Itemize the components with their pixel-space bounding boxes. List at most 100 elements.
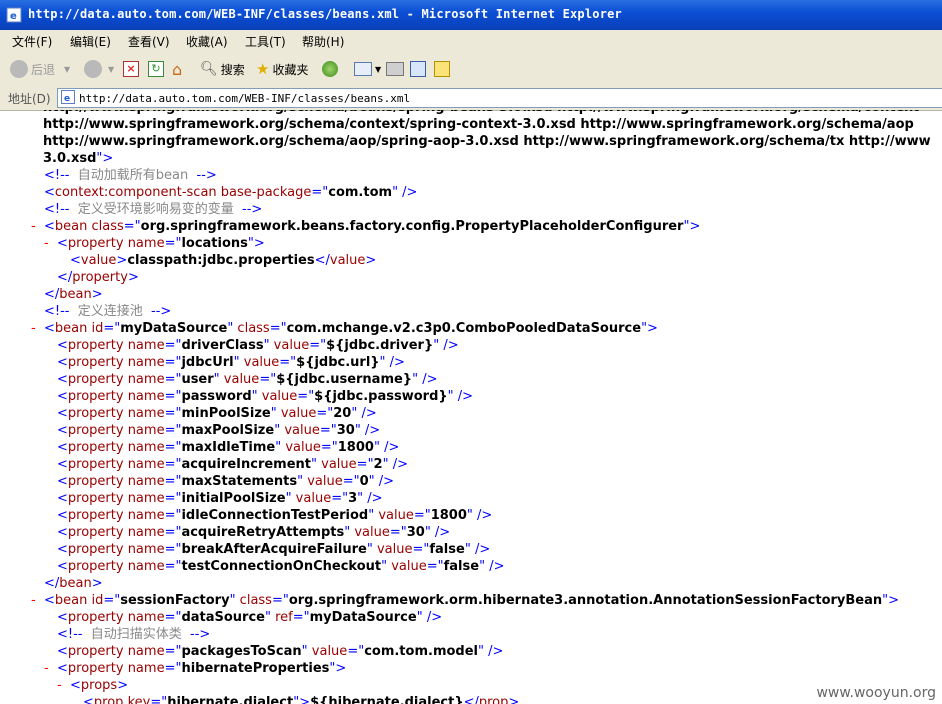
xml-token: =" [103,321,121,336]
messenger-button[interactable] [434,59,450,79]
xml-token: key [123,695,151,704]
toolbar: 后退 ▼ ▼ × ↻ ⌂ 🔍︎ 搜索 ★ 收藏夹 ▼ [0,52,942,87]
xml-token: < [57,389,68,404]
xml-token: value [257,389,298,404]
xml-token: < [57,457,68,472]
xml-token: --> [196,168,217,183]
xml-token: property [67,508,124,523]
xml-token: value [307,644,348,659]
xml-token: =" [297,389,315,404]
xml-token: </ [44,576,60,591]
refresh-icon: ↻ [148,61,164,77]
xml-line: <property name="minPoolSize" value="20" … [57,405,377,422]
xml-token: 定义连接池 [69,304,152,319]
edit-button[interactable] [410,59,426,79]
xml-token: ${jdbc.password} [314,389,448,404]
menu-favorites[interactable]: 收藏(A) [186,33,228,50]
menu-edit[interactable]: 编辑(E) [70,33,111,50]
xml-token: property [67,372,124,387]
star-icon: ★ [256,60,270,78]
favorites-button[interactable]: ★ 收藏夹 [256,59,308,79]
print-button[interactable] [386,59,404,79]
xml-token: org.springframework.orm.hibernate3.annot… [288,593,883,608]
collapse-toggle[interactable]: - [31,320,36,337]
svg-text:e: e [10,11,17,22]
menu-tools[interactable]: 工具(T) [245,33,286,50]
xml-token: =" [413,508,431,523]
address-label: 地址(D) [8,92,51,106]
xml-token: org.springframework.beans.factory.config… [140,219,684,234]
search-button[interactable]: 🔍︎ 搜索 [200,59,245,79]
xml-token: class [235,593,272,608]
title-bar: e http://data.auto.tom.com/WEB-INF/class… [0,0,942,30]
xml-token: ${hibernate.dialect} [310,695,464,704]
menu-help[interactable]: 帮助(H) [302,33,344,50]
xml-line: - <bean id="sessionFactory" class="org.sp… [31,592,900,609]
xml-token: name [123,355,165,370]
xml-token: > [127,270,139,285]
xml-token: < [57,474,68,489]
xml-line: </bean> [44,286,103,303]
xml-token: =" [389,525,407,540]
xml-token: value [281,440,321,455]
forward-button[interactable]: ▼ [84,59,114,79]
xml-token: idleConnectionTestPeriod [181,508,369,523]
xml-token: 自动扫描实体类 [82,627,191,642]
media-button[interactable] [322,59,338,79]
xml-token: 1800 [337,440,374,455]
xml-token: " /> [357,491,383,506]
collapse-toggle[interactable]: - [57,677,62,694]
xml-token: " /> [412,372,438,387]
xml-token: name [123,372,165,387]
xml-token: http://www.springframework.org/schema/co… [43,117,914,132]
forward-dropdown-icon[interactable]: ▼ [108,65,114,74]
xml-token: > [91,576,103,591]
xml-line: <property name="jdbcUrl" value="${jdbc.u… [57,354,405,371]
collapse-toggle[interactable]: - [31,218,36,235]
refresh-button[interactable]: ↻ [148,59,164,79]
xml-token: locations [181,236,248,251]
xml-token: < [57,559,68,574]
xml-token: "> [882,593,900,608]
xml-line: <property name="dataSource" ref="myDataS… [57,609,442,626]
address-bar: 地址(D) e http://data.auto.tom.com/WEB-INF… [0,86,942,111]
xml-token: property [67,389,124,404]
xml-token: "> [329,661,347,676]
xml-token: =" [331,491,349,506]
xml-token: value [329,253,366,268]
xml-token: property [67,661,124,676]
mail-dropdown-icon[interactable]: ▼ [375,65,381,74]
mail-button[interactable]: ▼ [354,59,381,79]
xml-token: 1800 [430,508,467,523]
xml-token: false [443,559,480,574]
address-input[interactable]: e http://data.auto.tom.com/WEB-INF/class… [57,88,942,108]
xml-token: prop [478,695,509,704]
xml-token: 2 [373,457,383,472]
xml-token: "> [641,321,658,336]
xml-token: =" [279,355,297,370]
xml-token: com.tom [328,185,393,200]
window-title: http://data.auto.tom.com/WEB-INF/classes… [28,7,622,21]
home-button[interactable]: ⌂ [172,59,182,79]
xml-token: 3.0.xsd [43,151,97,166]
xml-viewer[interactable]: http://www.springframework.org/schema/be… [0,110,942,704]
back-button[interactable]: 后退 ▼ [10,59,70,79]
menu-view[interactable]: 查看(V) [128,33,170,50]
xml-token: packagesToScan [181,644,302,659]
xml-token: < [44,593,55,608]
xml-token: =" [164,338,182,353]
back-dropdown-icon[interactable]: ▼ [64,65,70,74]
collapse-toggle[interactable]: - [31,592,36,609]
xml-token: " /> [354,423,381,438]
xml-token: name [123,423,165,438]
xml-token: =" [292,610,310,625]
menu-file[interactable]: 文件(F) [12,33,52,50]
stop-button[interactable]: × [123,59,139,79]
collapse-toggle[interactable]: - [44,235,49,252]
back-arrow-icon [10,60,28,78]
xml-token: < [57,644,68,659]
xml-token: =" [164,389,182,404]
collapse-toggle[interactable]: - [44,660,49,677]
xml-token: < [57,491,68,506]
xml-line: - <bean id="myDataSource" class="com.mcha… [31,320,658,337]
